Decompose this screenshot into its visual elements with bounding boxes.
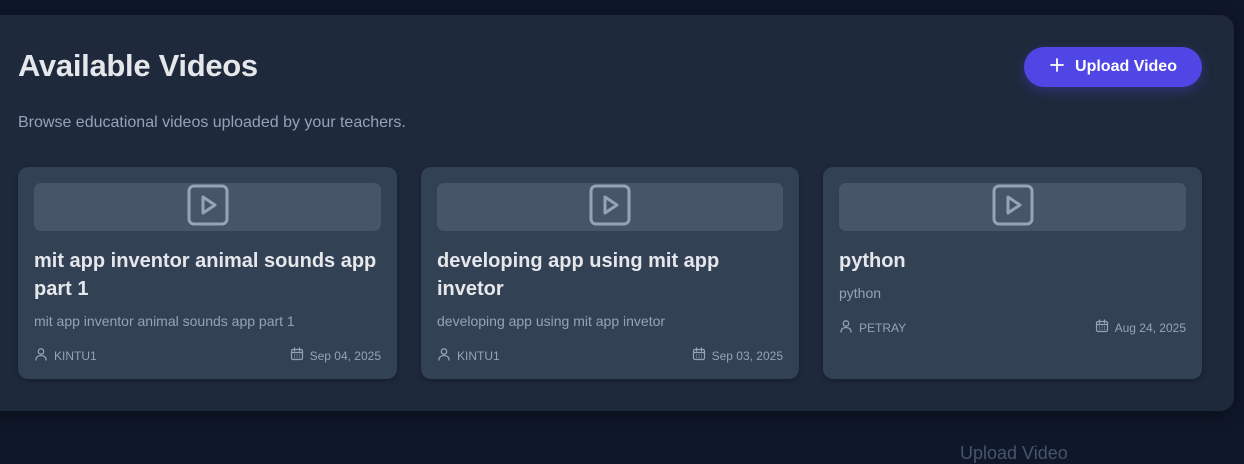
play-icon: [992, 184, 1034, 231]
video-title: developing app using mit app invetor: [437, 250, 720, 300]
video-author: KINTU1: [437, 347, 500, 364]
video-description: python: [839, 285, 882, 301]
play-icon: [187, 184, 229, 231]
video-card[interactable]: python python PETRAY Aug 24, 2025: [823, 167, 1202, 379]
upload-video-button[interactable]: Upload Video: [1024, 47, 1202, 87]
user-icon: [839, 319, 853, 336]
user-icon: [34, 347, 48, 364]
partially-visible-heading: Upload Video: [960, 443, 1068, 463]
upload-video-label: Upload Video: [1075, 58, 1177, 75]
video-date: Sep 04, 2025: [290, 347, 381, 364]
plus-icon: [1049, 57, 1065, 78]
page-title: Available Videos: [18, 48, 258, 83]
video-card[interactable]: developing app using mit app invetor dev…: [421, 167, 799, 379]
calendar-icon: [692, 347, 706, 364]
video-date-text: Aug 24, 2025: [1114, 320, 1186, 335]
video-author-name: KINTU1: [54, 348, 97, 363]
video-title: python: [839, 250, 906, 272]
video-card[interactable]: mit app inventor animal sounds app part …: [18, 167, 397, 379]
calendar-icon: [1095, 319, 1109, 336]
video-title: mit app inventor animal sounds app part …: [34, 250, 377, 300]
video-thumbnail[interactable]: [34, 183, 381, 231]
video-meta: KINTU1 Sep 04, 2025: [34, 347, 381, 364]
video-date: Aug 24, 2025: [1095, 319, 1186, 336]
video-author-name: PETRAY: [859, 320, 907, 335]
video-author: PETRAY: [839, 319, 906, 336]
video-author: KINTU1: [34, 347, 97, 364]
video-description: developing app using mit app invetor: [437, 313, 666, 329]
user-icon: [437, 347, 451, 364]
video-meta: KINTU1 Sep 03, 2025: [437, 347, 783, 364]
video-meta: PETRAY Aug 24, 2025: [839, 319, 1186, 336]
video-thumbnail[interactable]: [437, 183, 783, 231]
video-author-name: KINTU1: [457, 348, 500, 363]
video-date-text: Sep 04, 2025: [309, 348, 381, 363]
video-date-text: Sep 03, 2025: [711, 348, 783, 363]
page-subtitle: Browse educational videos uploaded by yo…: [18, 114, 406, 131]
video-thumbnail[interactable]: [839, 183, 1186, 231]
video-date: Sep 03, 2025: [692, 347, 783, 364]
play-icon: [589, 184, 631, 231]
calendar-icon: [290, 347, 304, 364]
video-description: mit app inventor animal sounds app part …: [34, 313, 295, 329]
